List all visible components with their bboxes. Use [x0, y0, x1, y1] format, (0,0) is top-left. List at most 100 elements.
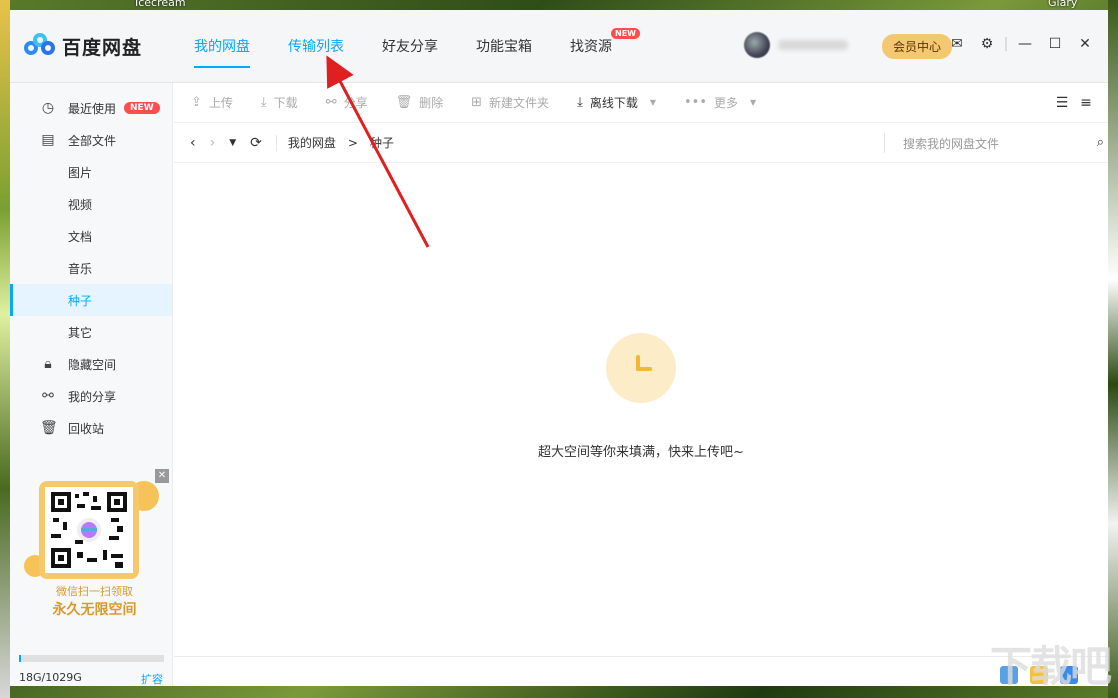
qr-code [45, 487, 133, 573]
upload-button[interactable]: ⇪ 上传 [191, 94, 233, 111]
delete-button[interactable]: 🗑︎ 删除 [396, 94, 444, 111]
back-icon[interactable]: ‹ [190, 135, 196, 151]
minimize-icon[interactable]: — [1010, 36, 1040, 52]
desktop-wallpaper-left [0, 0, 10, 698]
path-bar: ‹ › ▼ ⟳ 我的网盘 > 种子 搜索我的网盘文件 ⌕ [174, 123, 1108, 163]
offline-download-button[interactable]: ⤓ 离线下载 ▼ [577, 94, 656, 111]
sidebar-item-documents[interactable]: 文档 [10, 220, 172, 252]
clock-illustration-icon [606, 333, 676, 403]
view-controls: ☰ ≡ [1050, 95, 1098, 111]
sidebar-item-label: 我的分享 [68, 389, 117, 404]
new-folder-button[interactable]: ⊞ 新建文件夹 [471, 94, 549, 111]
more-button[interactable]: ••• 更多 ▼ [684, 94, 756, 111]
share-icon: ⚯ [325, 95, 337, 110]
promo-banner[interactable]: ✕ 微信扫一扫领取 永久无限空间 [22, 469, 169, 629]
trash-icon: 🗑︎ [40, 420, 58, 436]
sidebar-item-hidden-space[interactable]: 🔒︎ 隐藏空间 [10, 348, 172, 380]
watermark-logo: 下载吧 [989, 642, 1112, 691]
share-label: 分享 [343, 96, 368, 110]
more-label: 更多 [714, 96, 739, 110]
app-title: 百度网盘 [62, 36, 143, 59]
tab-toolbox[interactable]: 功能宝箱 [476, 10, 532, 82]
window-controls: ✉ ⚙ | — ☐ ✕ [942, 36, 1100, 52]
desktop-icon-label: Icecream [135, 0, 186, 9]
sidebar-item-torrents[interactable]: 种子 [10, 284, 172, 316]
chevron-down-icon[interactable]: ▼ [750, 98, 756, 107]
lock-icon: 🔒︎ [44, 356, 52, 372]
sidebar-item-all-files[interactable]: ▤ 全部文件 [10, 124, 172, 156]
download-button[interactable]: ⤓ 下载 [261, 94, 298, 111]
sidebar-item-recycle-bin[interactable]: 🗑︎ 回收站 [10, 412, 172, 444]
quota-progress-bar [19, 655, 164, 662]
folder-plus-icon: ⊞ [471, 95, 483, 110]
cloud-logo-icon [24, 33, 56, 59]
tab-transfer-list[interactable]: 传输列表 [288, 10, 344, 82]
tab-find-resources-label: 找资源 [570, 39, 612, 55]
search-placeholder: 搜索我的网盘文件 [903, 136, 1000, 151]
offline-download-label: 离线下载 [589, 96, 638, 110]
trash-icon: 🗑︎ [395, 95, 413, 110]
app-window: 百度网盘 我的网盘 传输列表 好友分享 功能宝箱 找资源 NEW 会员中心 ✉ … [10, 10, 1108, 686]
quota-text: 18G/1029G [19, 671, 82, 684]
breadcrumb-current: 种子 [369, 136, 394, 150]
username-blurred [778, 40, 848, 50]
user-profile[interactable] [744, 32, 848, 58]
close-icon[interactable]: ✕ [155, 469, 169, 483]
breadcrumb-separator: > [347, 135, 358, 150]
new-badge: NEW [124, 102, 160, 114]
download-label: 下载 [273, 96, 298, 110]
search-icon[interactable]: ⌕ [1097, 135, 1104, 150]
main-content: ⇪ 上传 ⤓ 下载 ⚯ 分享 🗑︎ 删除 ⊞ 新建文件夹 ⤓ 离线下载 ▼ ••• 更多 ▼ ☰ … [174, 83, 1108, 686]
app-logo: 百度网盘 [24, 33, 194, 60]
toolbar: ⇪ 上传 ⤓ 下载 ⚯ 分享 🗑︎ 删除 ⊞ 新建文件夹 ⤓ 离线下载 ▼ ••• 更多 ▼ ☰ … [174, 83, 1108, 123]
upload-label: 上传 [208, 96, 233, 110]
sidebar-item-others[interactable]: 其它 [10, 316, 172, 348]
mail-icon[interactable]: ✉ [942, 36, 972, 52]
sidebar-item-images[interactable]: 图片 [10, 156, 172, 188]
status-footer [174, 656, 1108, 686]
promo-line1: 微信扫一扫领取 [56, 585, 133, 598]
document-icon: ▤ [41, 132, 55, 148]
download-icon: ⤓ [577, 95, 583, 110]
tab-friend-share[interactable]: 好友分享 [382, 10, 438, 82]
clock-icon: ◷ [41, 100, 55, 116]
quota-progress-fill [19, 655, 22, 662]
title-bar: 百度网盘 我的网盘 传输列表 好友分享 功能宝箱 找资源 NEW 会员中心 ✉ … [10, 10, 1108, 83]
qr-code-frame [39, 481, 139, 579]
sidebar-item-music[interactable]: 音乐 [10, 252, 172, 284]
avatar[interactable] [744, 32, 770, 58]
new-folder-label: 新建文件夹 [489, 96, 550, 110]
main-nav: 我的网盘 传输列表 好友分享 功能宝箱 找资源 NEW [194, 10, 650, 82]
more-dots-icon: ••• [683, 95, 707, 110]
list-view-icon[interactable]: ≡ [1074, 95, 1098, 111]
sidebar-item-label: 回收站 [68, 421, 105, 436]
forward-icon[interactable]: › [210, 135, 216, 151]
gear-icon[interactable]: ⚙ [972, 36, 1002, 52]
refresh-icon[interactable]: ⟳ [250, 135, 262, 151]
tab-find-resources[interactable]: 找资源 NEW [570, 10, 640, 82]
maximize-icon[interactable]: ☐ [1040, 36, 1070, 52]
share-button[interactable]: ⚯ 分享 [326, 94, 368, 111]
sidebar-item-my-shares[interactable]: ⚯ 我的分享 [10, 380, 172, 412]
sidebar-item-videos[interactable]: 视频 [10, 188, 172, 220]
sidebar-item-label: 最近使用 [68, 101, 117, 116]
history-dropdown-icon[interactable]: ▼ [229, 138, 236, 148]
divider: | [1003, 36, 1009, 52]
empty-state: 超大空间等你来填满，快来上传吧~ [174, 333, 1108, 460]
breadcrumb-root[interactable]: 我的网盘 [288, 134, 336, 151]
new-badge: NEW [611, 28, 640, 39]
share-icon: ⚯ [42, 388, 54, 404]
close-icon[interactable]: ✕ [1070, 36, 1100, 52]
sort-icon[interactable]: ☰ [1050, 95, 1074, 111]
sidebar: ◷ 最近使用 NEW ▤ 全部文件 图片 视频 文档 音乐 种子 其它 🔒︎ 隐… [10, 83, 173, 686]
tab-my-drive[interactable]: 我的网盘 [194, 10, 250, 82]
divider [275, 134, 277, 151]
expand-storage-link[interactable]: 扩容 [141, 671, 163, 686]
delete-label: 删除 [419, 96, 444, 110]
search-input[interactable]: 搜索我的网盘文件 ⌕ [884, 133, 1104, 153]
empty-message: 超大空间等你来填满，快来上传吧~ [538, 445, 744, 460]
chevron-down-icon[interactable]: ▼ [650, 98, 656, 107]
upload-icon: ⇪ [191, 95, 202, 110]
sidebar-item-recent[interactable]: ◷ 最近使用 NEW [10, 92, 172, 124]
desktop-wallpaper-right [1108, 0, 1118, 698]
